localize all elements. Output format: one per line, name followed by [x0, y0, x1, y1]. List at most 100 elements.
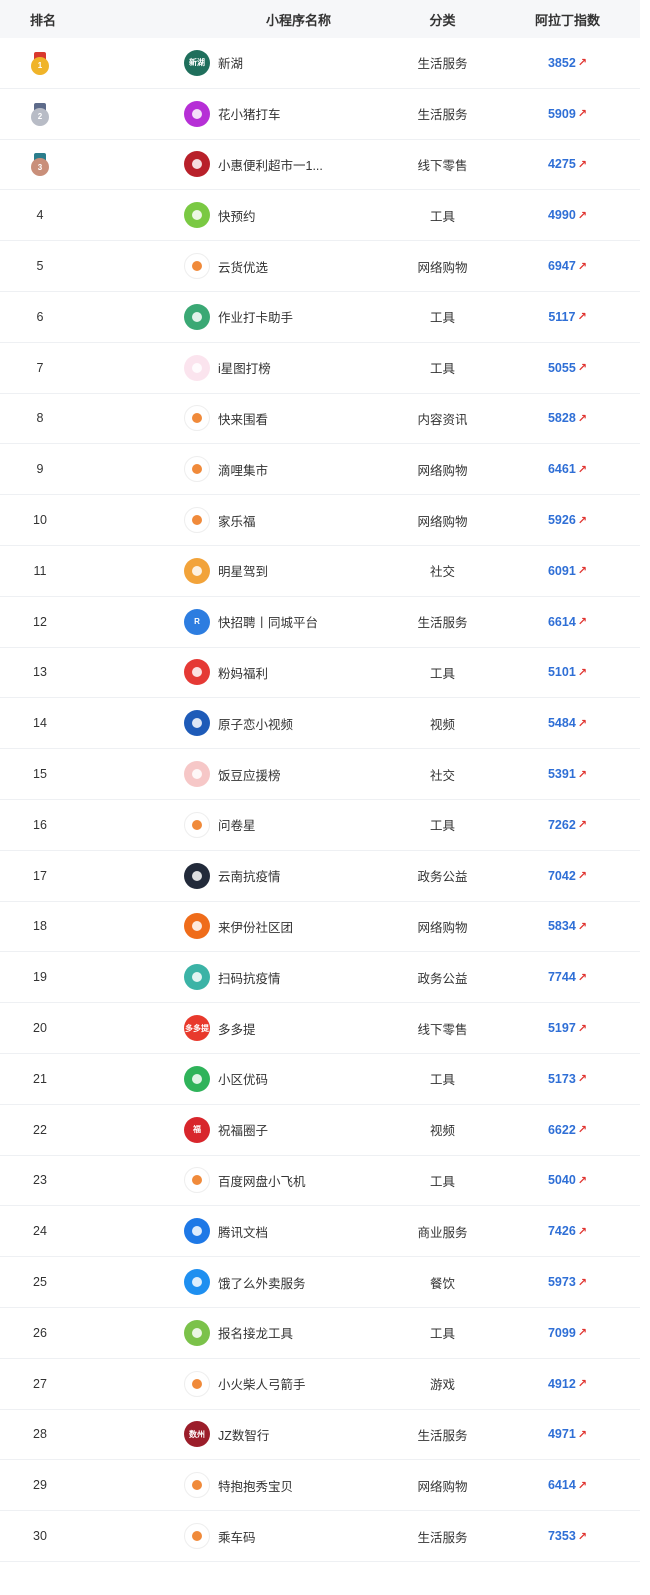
app-name[interactable]: JZ数智行 — [218, 1425, 269, 1444]
rank-number: 22 — [33, 1122, 47, 1137]
app-name[interactable]: 快来围看 — [218, 409, 268, 428]
table-row[interactable]: 2 花小猪打车 生活服务 5909 ↗ — [0, 89, 640, 140]
app-name[interactable]: 问卷星 — [218, 815, 256, 834]
table-row[interactable]: 29 特抱抱秀宝贝 网络购物 6414 ↗ — [0, 1460, 640, 1512]
category-cell: 政务公益 — [417, 870, 468, 885]
rank-number: 4 — [36, 208, 44, 223]
rank-number: 17 — [33, 868, 47, 883]
rank-cell: 6 — [0, 310, 80, 324]
app-name[interactable]: 多多提 — [218, 1019, 256, 1038]
app-name[interactable]: 小火柴人弓箭手 — [218, 1374, 306, 1393]
app-name[interactable]: 云南抗疫情 — [218, 866, 281, 885]
app-name[interactable]: 百度网盘小飞机 — [218, 1171, 306, 1190]
index-cell: 4275 ↗ — [495, 157, 640, 171]
table-row[interactable]: 26 报名接龙工具 工具 7099 ↗ — [0, 1308, 640, 1359]
index-value: 6461 — [547, 462, 576, 477]
bag-logo-icon — [184, 253, 210, 280]
app-name[interactable]: 快预约 — [218, 206, 256, 225]
table-row[interactable]: 6 作业打卡助手 工具 5117 ↗ — [0, 292, 640, 343]
table-row[interactable]: 9 滴哩集市 网络购物 6461 ↗ — [0, 444, 640, 496]
category-cell: 网络购物 — [417, 920, 468, 935]
rank-cell: 25 — [0, 1275, 80, 1289]
trend-up-icon: ↗ — [577, 412, 588, 425]
table-row[interactable]: 21 小区优码 工具 5173 ↗ — [0, 1054, 640, 1105]
category-cell: 网络购物 — [417, 463, 468, 478]
index-cell: 7099 ↗ — [495, 1326, 640, 1340]
table-row[interactable]: 23 百度网盘小飞机 工具 5040 ↗ — [0, 1156, 640, 1207]
rank-number: 23 — [33, 1173, 47, 1188]
star-triangle-logo-icon — [184, 354, 210, 381]
app-name[interactable]: 原子恋小视频 — [218, 714, 293, 733]
app-name[interactable]: 扫码抗疫情 — [218, 968, 281, 987]
table-row[interactable]: 24 腾讯文档 商业服务 7426 ↗ — [0, 1206, 640, 1258]
table-row[interactable]: 19 扫码抗疫情 政务公益 7744 ↗ — [0, 952, 640, 1004]
jz-logo-icon: 数州 — [184, 1421, 210, 1448]
ranking-table: 排名 小程序名称 分类 阿拉丁指数 1 新湖 新湖 生活服务 3852 ↗ 2 花小猪打车 生活… — [0, 0, 640, 1562]
app-name[interactable]: 小惠便利超市一1... — [218, 155, 323, 174]
trend-up-icon: ↗ — [577, 1479, 588, 1492]
category-cell: 内容资讯 — [417, 412, 468, 427]
table-row[interactable]: 25 饿了么外卖服务 餐饮 5973 ↗ — [0, 1257, 640, 1308]
app-name[interactable]: 祝福圈子 — [218, 1120, 268, 1139]
app-name[interactable]: 明星驾到 — [218, 561, 268, 580]
app-name[interactable]: 腾讯文档 — [218, 1222, 268, 1241]
rank-number: 7 — [36, 360, 44, 375]
app-name[interactable]: i星图打榜 — [218, 358, 271, 377]
rank-cell: 30 — [0, 1529, 80, 1543]
laiyifen-logo-icon — [184, 913, 210, 940]
category-cell: 生活服务 — [417, 108, 468, 123]
app-name[interactable]: 来伊份社区团 — [218, 917, 293, 936]
trend-up-icon: ↗ — [577, 870, 588, 883]
app-name[interactable]: 特抱抱秀宝贝 — [218, 1476, 293, 1495]
table-row[interactable]: 20 多多提 多多提 线下零售 5197 ↗ — [0, 1003, 640, 1054]
trend-up-icon: ↗ — [577, 1378, 588, 1391]
app-name-cell: 小惠便利超市一1... — [80, 151, 380, 178]
rank-cell: 24 — [0, 1224, 80, 1238]
table-row[interactable]: 1 新湖 新湖 生活服务 3852 ↗ — [0, 38, 640, 89]
table-row[interactable]: 14 原子恋小视频 视频 5484 ↗ — [0, 698, 640, 750]
scan-logo-icon — [184, 964, 210, 991]
rank-number: 29 — [33, 1478, 47, 1493]
app-name[interactable]: 滴哩集市 — [218, 460, 268, 479]
index-value: 7099 — [547, 1325, 576, 1340]
atom-logo-icon — [184, 710, 210, 737]
table-row[interactable]: 4 快预约 工具 4990 ↗ — [0, 190, 640, 242]
table-row[interactable]: 17 云南抗疫情 政务公益 7042 ↗ — [0, 851, 640, 902]
app-name[interactable]: 报名接龙工具 — [218, 1323, 293, 1342]
ride-code-logo-icon — [184, 1523, 210, 1549]
table-row[interactable]: 28 数州 JZ数智行 生活服务 4971 ↗ — [0, 1410, 640, 1461]
rank-number: 14 — [33, 716, 47, 731]
table-row[interactable]: 11 明星驾到 社交 6091 ↗ — [0, 546, 640, 597]
app-name[interactable]: 饭豆应援榜 — [218, 765, 281, 784]
table-row[interactable]: 13 粉妈福利 工具 5101 ↗ — [0, 648, 640, 699]
app-name[interactable]: 云货优选 — [218, 257, 268, 276]
app-name[interactable]: 粉妈福利 — [218, 663, 268, 682]
table-row[interactable]: 16 问卷星 工具 7262 ↗ — [0, 800, 640, 851]
category-cell: 视频 — [429, 1124, 455, 1139]
app-name[interactable]: 乘车码 — [218, 1527, 256, 1546]
table-row[interactable]: 8 快来围看 内容资讯 5828 ↗ — [0, 394, 640, 445]
index-cell: 5173 ↗ — [495, 1072, 640, 1086]
table-row[interactable]: 30 乘车码 生活服务 7353 ↗ — [0, 1511, 640, 1562]
table-row[interactable]: 5 云货优选 网络购物 6947 ↗ — [0, 241, 640, 292]
index-value: 4912 — [547, 1376, 576, 1391]
app-name[interactable]: 小区优码 — [218, 1069, 268, 1088]
table-row[interactable]: 7 i星图打榜 工具 5055 ↗ — [0, 343, 640, 394]
app-name[interactable]: 花小猪打车 — [218, 104, 281, 123]
rank-cell: 15 — [0, 767, 80, 781]
table-row[interactable]: 27 小火柴人弓箭手 游戏 4912 ↗ — [0, 1359, 640, 1410]
category-cell: 工具 — [429, 1073, 455, 1088]
rank-number: 27 — [33, 1376, 47, 1391]
rank-cell: 19 — [0, 970, 80, 984]
table-row[interactable]: 15 饭豆应援榜 社交 5391 ↗ — [0, 749, 640, 800]
table-row[interactable]: 10 家乐福 网络购物 5926 ↗ — [0, 495, 640, 546]
table-row[interactable]: 12 R 快招聘丨同城平台 生活服务 6614 ↗ — [0, 597, 640, 648]
app-name[interactable]: 家乐福 — [218, 511, 256, 530]
table-row[interactable]: 22 福 祝福圈子 视频 6622 ↗ — [0, 1105, 640, 1156]
app-name[interactable]: 作业打卡助手 — [218, 307, 293, 326]
app-name[interactable]: 新湖 — [218, 53, 243, 72]
table-row[interactable]: 18 来伊份社区团 网络购物 5834 ↗ — [0, 902, 640, 953]
app-name[interactable]: 饿了么外卖服务 — [218, 1273, 306, 1292]
app-name[interactable]: 快招聘丨同城平台 — [218, 612, 318, 631]
table-row[interactable]: 3 小惠便利超市一1... 线下零售 4275 ↗ — [0, 140, 640, 191]
